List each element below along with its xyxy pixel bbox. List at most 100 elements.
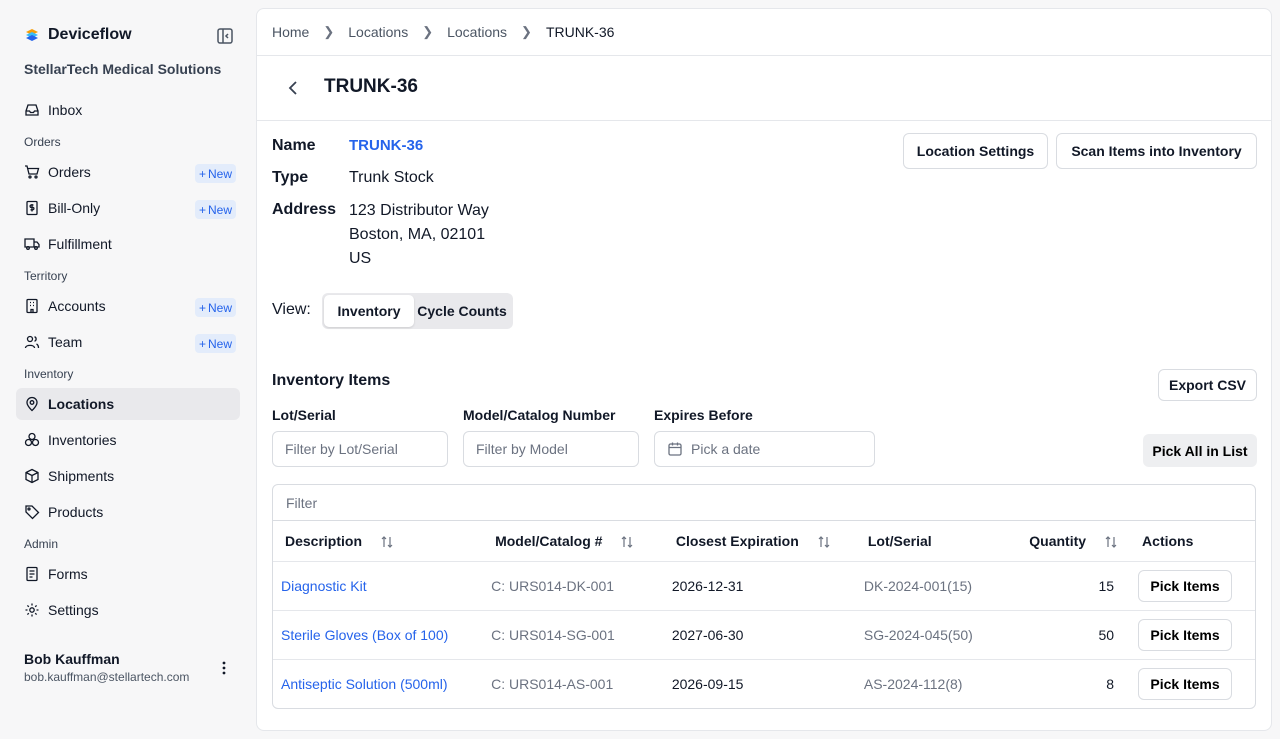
breadcrumb-locations-list[interactable]: Locations [447,24,507,40]
sidebar-item-label: Fulfillment [48,236,112,252]
sidebar-item-team[interactable]: Team + New [16,326,240,358]
column-header-quantity[interactable]: Quantity [1017,521,1131,562]
view-option-cycle-counts[interactable]: Cycle Counts [414,295,510,327]
sidebar-item-label: Locations [48,396,115,412]
sidebar-item-bill-only[interactable]: Bill-Only + New [16,192,240,224]
sidebar: Deviceflow StellarTech Medical Solutions… [0,0,256,739]
expires-before-date-picker[interactable]: Pick a date [654,431,875,467]
new-label: New [207,300,232,315]
sidebar-item-accounts[interactable]: Accounts + New [16,290,240,322]
column-header-description[interactable]: Description [273,521,484,562]
sidebar-item-fulfillment[interactable]: Fulfillment [16,228,240,260]
product-link[interactable]: Sterile Gloves (Box of 100) [281,627,448,643]
user-profile[interactable]: Bob Kauffman bob.kauffman@stellartech.co… [24,651,189,684]
column-header-expiration[interactable]: Closest Expiration [663,521,856,562]
breadcrumb-home[interactable]: Home [272,24,309,40]
new-order-button[interactable]: + New [194,164,236,183]
chevron-right-icon: ❯ [323,24,335,39]
sidebar-item-label: Settings [48,602,99,618]
new-label: New [207,202,232,217]
pick-items-button[interactable]: Pick Items [1138,569,1233,602]
sidebar-item-label: Orders [48,164,91,180]
brand[interactable]: Deviceflow [24,26,132,44]
column-header-lot-serial: Lot/Serial [855,521,1018,562]
location-settings-button[interactable]: Location Settings [903,133,1048,169]
cell-description: Antiseptic Solution (500ml) [273,659,483,708]
sidebar-item-label: Inbox [48,102,83,118]
map-pin-icon [26,396,38,412]
pick-all-button[interactable]: Pick All in List [1143,434,1257,467]
sidebar-item-shipments[interactable]: Shipments [16,460,240,492]
sidebar-item-locations[interactable]: Locations [16,388,240,420]
new-bill-only-button[interactable]: + New [194,200,236,219]
main-panel: Home ❯ Locations ❯ Locations ❯ TRUNK-36 … [256,8,1272,731]
scan-items-button[interactable]: Scan Items into Inventory [1056,133,1257,169]
sidebar-item-label: Inventories [48,432,117,448]
cell-quantity: 8 [1106,675,1115,692]
sort-icon[interactable] [380,535,394,549]
sidebar-item-label: Shipments [48,468,115,484]
cell-actions: Pick Items [1130,659,1255,708]
nav-section-orders: Orders [24,135,61,149]
sidebar-collapse-icon[interactable] [216,27,234,45]
sort-icon[interactable] [1104,535,1118,549]
view-option-inventory[interactable]: Inventory [324,295,414,327]
table-filter-input[interactable]: Filter [273,485,1255,521]
cell-model: C: URS014-AS-001 [491,675,614,692]
truck-icon [24,238,40,250]
page-title: TRUNK-36 [324,76,418,97]
address-line: Boston, MA, 02101 [349,226,486,243]
model-placeholder: Filter by Model [476,441,568,457]
sidebar-nav: Inbox Orders Orders + New Bill-Only + New … [16,94,240,638]
back-arrow-icon[interactable] [283,77,303,99]
pick-items-button[interactable]: Pick Items [1138,618,1233,651]
inventory-table: Description Model/Catalog # Closest Expi… [273,521,1255,708]
cell-expiration: 2026-09-15 [671,675,744,692]
new-label: New [207,166,232,181]
calendar-icon [668,442,682,456]
users-icon [24,335,40,349]
location-address: 123 Distributor Way Boston, MA, 02101 US [349,199,489,271]
nav-section-admin: Admin [24,537,59,551]
sidebar-item-products[interactable]: Products [16,496,240,528]
chevron-right-icon: ❯ [521,24,532,39]
location-name-link[interactable]: TRUNK-36 [349,135,423,157]
deviceflow-logo-icon [26,29,38,41]
gear-icon [25,603,39,617]
inventory-items-title: Inventory Items [272,372,391,389]
pick-items-button[interactable]: Pick Items [1138,667,1233,700]
column-header-model[interactable]: Model/Catalog # [483,521,664,562]
cell-actions: Pick Items [1130,561,1255,611]
new-team-member-button[interactable]: + New [194,334,236,353]
view-label: View: [272,301,311,318]
product-link[interactable]: Antiseptic Solution (500ml) [281,676,448,692]
column-label: Model/Catalog # [495,532,603,549]
sort-icon[interactable] [620,535,634,549]
boxes-icon [24,432,40,447]
sidebar-item-inbox[interactable]: Inbox [16,94,240,126]
location-details: Name TRUNK-36 Type Trunk Stock Address 1… [272,135,489,281]
sidebar-item-label: Team [48,334,83,350]
sidebar-item-forms[interactable]: Forms [16,558,240,590]
inventory-table-container: Filter Description Model/Catalog # Close… [272,484,1256,709]
sidebar-item-inventories[interactable]: Inventories [16,424,240,456]
expires-before-label: Expires Before [654,407,753,423]
cell-expiration: 2027-06-30 [663,610,856,660]
more-vertical-icon[interactable] [218,660,230,676]
export-csv-button[interactable]: Export CSV [1158,369,1257,401]
new-account-button[interactable]: + New [194,298,236,317]
package-icon [25,468,39,484]
lot-serial-filter-input[interactable]: Filter by Lot/Serial [272,431,448,467]
sidebar-item-settings[interactable]: Settings [16,594,240,626]
sidebar-item-orders[interactable]: Orders + New [16,156,240,188]
cell-lot-serial: SG-2024-045(50) [855,610,1018,660]
user-name: Bob Kauffman [24,651,120,667]
model-filter-input[interactable]: Filter by Model [463,431,639,467]
cell-description: Diagnostic Kit [273,561,484,611]
breadcrumb: Home ❯ Locations ❯ Locations ❯ TRUNK-36 [272,24,614,40]
breadcrumb-locations[interactable]: Locations [348,24,408,40]
product-link[interactable]: Diagnostic Kit [281,578,367,594]
user-email: bob.kauffman@stellartech.com [24,670,190,684]
address-label: Address [272,201,337,218]
sort-icon[interactable] [817,535,831,549]
